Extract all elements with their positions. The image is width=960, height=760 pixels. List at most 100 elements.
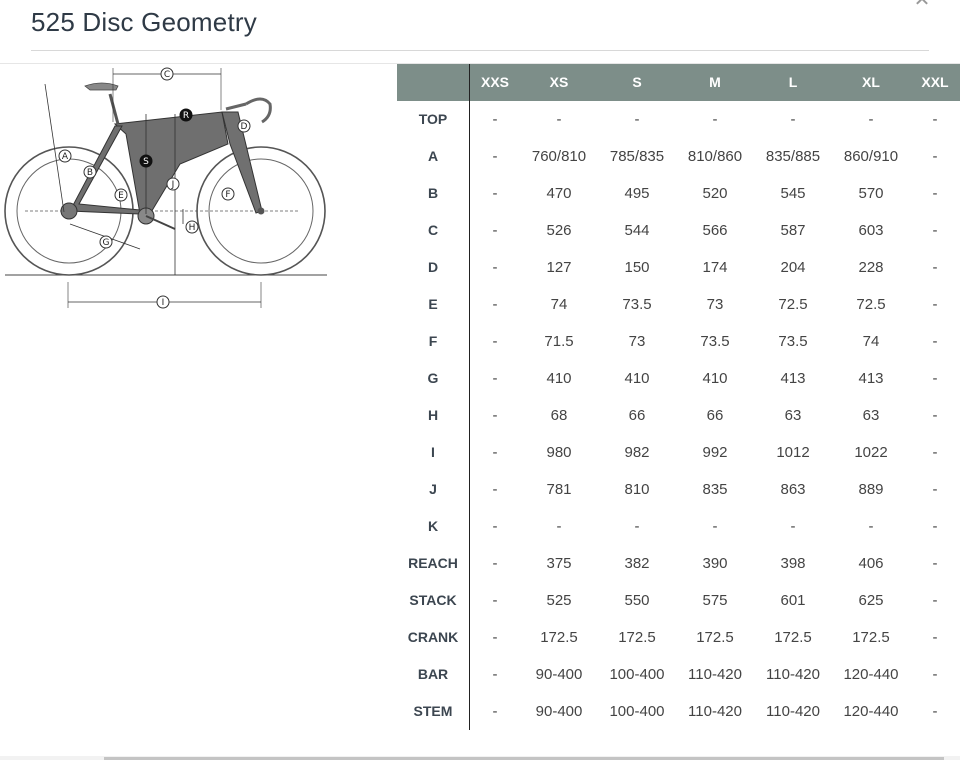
row-label: STEM xyxy=(397,693,470,730)
table-cell: - xyxy=(932,185,938,202)
table-cell: 495 xyxy=(624,185,650,202)
table-cell: - xyxy=(492,703,498,720)
table-cell: - xyxy=(932,481,938,498)
header-size: L xyxy=(788,74,798,90)
table-cell: 863 xyxy=(780,481,806,498)
table-cell: 73.5 xyxy=(700,333,730,350)
title-divider xyxy=(31,50,929,51)
table-cell: 810/860 xyxy=(687,148,743,165)
table-cell: 470 xyxy=(546,185,572,202)
table-cell: 172.5 xyxy=(696,629,734,646)
table-cell: - xyxy=(492,629,498,646)
table-cell: 100-400 xyxy=(609,666,665,683)
row-label: REACH xyxy=(397,545,470,582)
table-cell: 90-400 xyxy=(535,703,583,720)
table-cell: 63 xyxy=(784,407,802,424)
row-label: I xyxy=(397,434,470,471)
table-cell: - xyxy=(712,518,718,535)
header-corner xyxy=(397,64,470,101)
diagram-label-e: E xyxy=(118,191,124,201)
table-cell: 525 xyxy=(546,592,572,609)
table-cell: 835 xyxy=(702,481,728,498)
table-cell: 566 xyxy=(702,222,728,239)
table-row: REACH - 375 382 390 398 406 - xyxy=(397,545,960,582)
table-cell: 127 xyxy=(546,259,572,276)
table-cell: 398 xyxy=(780,555,806,572)
row-label: CRANK xyxy=(397,619,470,656)
table-cell: 520 xyxy=(702,185,728,202)
table-cell: 992 xyxy=(702,444,728,461)
row-label: A xyxy=(397,138,470,175)
table-cell: 382 xyxy=(624,555,650,572)
table-cell: - xyxy=(556,111,562,128)
table-cell: - xyxy=(492,111,498,128)
table-cell: - xyxy=(932,629,938,646)
table-cell: - xyxy=(492,481,498,498)
table-cell: 860/910 xyxy=(843,148,899,165)
table-cell: 73 xyxy=(706,296,724,313)
table-cell: - xyxy=(712,111,718,128)
row-label: E xyxy=(397,286,470,323)
table-cell: - xyxy=(492,444,498,461)
close-icon[interactable]: ✕ xyxy=(912,0,932,10)
table-cell: 172.5 xyxy=(540,629,578,646)
row-label: K xyxy=(397,508,470,545)
table-cell: 120-440 xyxy=(843,703,899,720)
diagram-label-a: A xyxy=(62,152,69,162)
table-cell: 575 xyxy=(702,592,728,609)
table-cell: - xyxy=(492,296,498,313)
table-cell: 110-420 xyxy=(766,703,820,720)
table-cell: 74 xyxy=(862,333,880,350)
table-cell: 1022 xyxy=(854,444,888,461)
table-cell: - xyxy=(868,111,874,128)
table-cell: 625 xyxy=(858,592,884,609)
table-cell: 390 xyxy=(702,555,728,572)
table-row: B - 470 495 520 545 570 - xyxy=(397,175,960,212)
row-label: TOP xyxy=(397,101,470,138)
table-cell: - xyxy=(932,296,938,313)
table-row: TOP - - - - - - - xyxy=(397,101,960,138)
table-cell: - xyxy=(932,703,938,720)
table-row: H - 68 66 66 63 63 - xyxy=(397,397,960,434)
table-row: E - 74 73.5 73 72.5 72.5 - xyxy=(397,286,960,323)
table-header: XXS XS S M L XL XXL xyxy=(397,64,960,101)
diagram-label-b: B xyxy=(87,168,93,178)
table-cell: 110-420 xyxy=(688,666,742,683)
table-cell: 587 xyxy=(780,222,806,239)
bike-geometry-diagram: C I A B E G H J F D R S xyxy=(4,67,327,309)
table-cell: 835/885 xyxy=(765,148,821,165)
table-cell: - xyxy=(932,666,938,683)
table-cell: - xyxy=(492,333,498,350)
table-row: D - 127 150 174 204 228 - xyxy=(397,249,960,286)
table-cell: - xyxy=(492,370,498,387)
table-row: CRANK - 172.5 172.5 172.5 172.5 172.5 - xyxy=(397,619,960,656)
diagram-label-i: I xyxy=(162,298,165,308)
table-cell: 66 xyxy=(628,407,646,424)
row-label: F xyxy=(397,323,470,360)
table-cell: 110-420 xyxy=(688,703,742,720)
diagram-label-j: J xyxy=(171,180,175,190)
table-cell: 781 xyxy=(546,481,572,498)
table-cell: - xyxy=(492,222,498,239)
header-size: XL xyxy=(862,74,880,90)
table-cell: 204 xyxy=(780,259,806,276)
row-label: H xyxy=(397,397,470,434)
table-row: J - 781 810 835 863 889 - xyxy=(397,471,960,508)
table-cell: 889 xyxy=(858,481,884,498)
row-label: BAR xyxy=(397,656,470,693)
table-cell: 544 xyxy=(624,222,650,239)
table-cell: - xyxy=(556,518,562,535)
table-cell: 63 xyxy=(862,407,880,424)
table-row: I - 980 982 992 1012 1022 - xyxy=(397,434,960,471)
table-cell: - xyxy=(932,259,938,276)
table-row: C - 526 544 566 587 603 - xyxy=(397,212,960,249)
table-row: K------- xyxy=(397,508,960,545)
table-cell: - xyxy=(932,333,938,350)
table-cell: - xyxy=(932,444,938,461)
table-cell: - xyxy=(492,259,498,276)
table-cell: 413 xyxy=(858,370,884,387)
table-row: G - 410 410 410 413 413 - xyxy=(397,360,960,397)
table-cell: - xyxy=(790,111,796,128)
table-cell: 570 xyxy=(858,185,884,202)
table-cell: 150 xyxy=(624,259,650,276)
